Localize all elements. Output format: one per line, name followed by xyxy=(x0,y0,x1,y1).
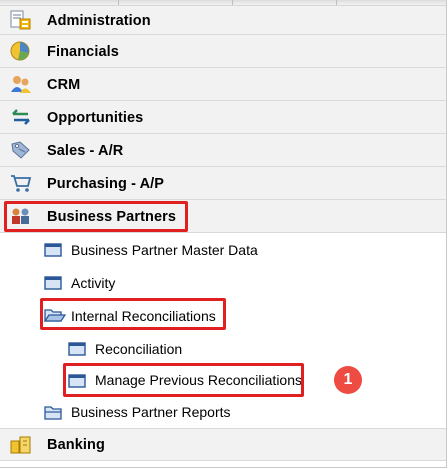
menu-item-opportunities[interactable]: Opportunities xyxy=(0,101,446,134)
submenu-item-reconciliation[interactable]: Reconciliation xyxy=(0,332,446,365)
opportunities-icon xyxy=(10,107,32,127)
menu-item-administration[interactable]: Administration xyxy=(0,6,446,35)
submenu-item-label: Reconciliation xyxy=(95,341,183,357)
menu-item-label: Sales - A/R xyxy=(47,143,124,159)
submenu-item-label: Business Partner Master Data xyxy=(71,242,258,258)
menu-item-label: Administration xyxy=(47,13,151,29)
form-window-icon xyxy=(44,241,66,261)
submenu-item-label: Business Partner Reports xyxy=(71,404,231,420)
form-window-icon xyxy=(68,340,90,360)
submenu-folder-bp-reports[interactable]: Business Partner Reports xyxy=(0,396,446,428)
submenu-item-bp-master-data[interactable]: Business Partner Master Data xyxy=(0,233,446,266)
menu-item-banking[interactable]: Banking xyxy=(0,428,446,461)
highlight-manage-previous-reconciliations xyxy=(63,363,304,397)
submenu-item-activity[interactable]: Activity xyxy=(0,266,446,299)
submenu-item-label: Activity xyxy=(71,275,116,291)
folder-icon xyxy=(44,403,66,423)
highlight-internal-reconciliations xyxy=(40,298,226,330)
menu-item-label: CRM xyxy=(47,77,81,93)
module-menu: Administration Financials CRM Opportunit… xyxy=(0,0,447,468)
menu-item-label: Financials xyxy=(47,44,119,60)
step-badge: 1 xyxy=(334,366,362,394)
administration-icon xyxy=(10,10,32,30)
highlight-business-partners xyxy=(4,201,188,232)
menu-item-label: Opportunities xyxy=(47,110,144,126)
menu-item-crm[interactable]: CRM xyxy=(0,68,446,101)
menu-item-label: Banking xyxy=(47,437,105,453)
banking-icon xyxy=(10,435,32,455)
crm-icon xyxy=(10,74,32,94)
menu-item-purchasing-ap[interactable]: Purchasing - A/P xyxy=(0,167,446,200)
menu-item-label: Purchasing - A/P xyxy=(47,176,165,192)
menu-item-financials[interactable]: Financials xyxy=(0,35,446,68)
purchasing-cart-icon xyxy=(10,173,32,193)
sales-icon xyxy=(10,140,32,160)
financials-icon xyxy=(10,41,32,61)
menu-item-sales-ar[interactable]: Sales - A/R xyxy=(0,134,446,167)
form-window-icon xyxy=(44,274,66,294)
